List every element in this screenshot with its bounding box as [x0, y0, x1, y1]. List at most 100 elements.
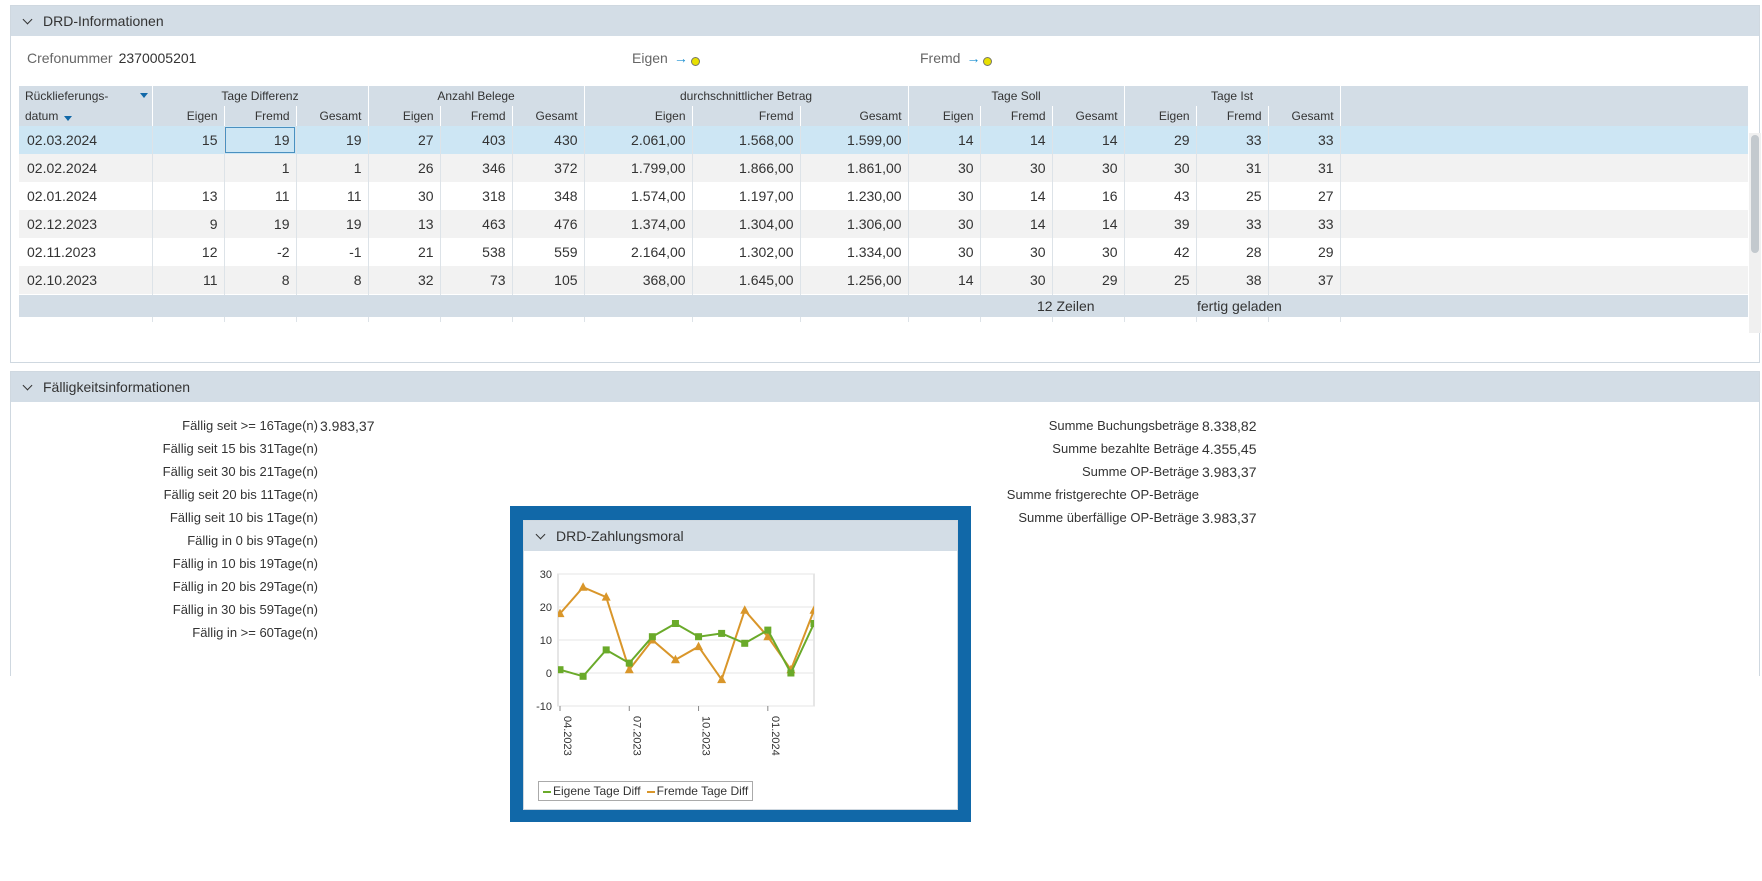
table-cell[interactable]: 27 [367, 126, 441, 154]
table-cell[interactable]: 14 [1051, 126, 1125, 154]
table-cell[interactable]: 15 [151, 126, 224, 154]
table-cell[interactable]: 21 [367, 238, 441, 266]
table-cell[interactable]: 29 [1123, 126, 1197, 154]
table-cell[interactable]: 42 [1123, 238, 1197, 266]
table-cell[interactable]: 318 [439, 182, 513, 210]
date-cell[interactable]: 02.11.2023 [19, 238, 152, 266]
table-cell[interactable]: 2.164,00 [583, 238, 693, 266]
subheader-tage-differenz-gesamt[interactable]: Gesamt [295, 106, 369, 126]
table-row[interactable]: 02.10.2023 11 8 8 32 73 105 368,00 1.645,00 1.256… [19, 266, 1748, 294]
table-cell[interactable]: 13 [151, 182, 224, 210]
subheader-durchschnittlicher-betrag-fremd[interactable]: Fremd [691, 106, 801, 126]
table-cell[interactable]: 1.374,00 [583, 210, 693, 238]
table-cell[interactable]: -1 [295, 238, 369, 266]
table-cell[interactable]: 19 [295, 210, 369, 238]
table-cell[interactable]: 538 [439, 238, 513, 266]
table-cell[interactable]: 1.861,00 [799, 154, 909, 182]
table-row[interactable]: 02.01.2024 13 11 11 30 318 348 1.574,00 1.197,00… [19, 182, 1748, 210]
date-cell[interactable]: 02.10.2023 [19, 266, 152, 294]
table-cell[interactable]: 30 [907, 182, 981, 210]
zahlungsmoral-header[interactable]: DRD-Zahlungsmoral [524, 521, 957, 551]
table-row[interactable]: 02.02.2024 1 1 26 346 372 1.799,00 1.866,00 1.86… [19, 154, 1748, 182]
table-cell[interactable]: 39 [1123, 210, 1197, 238]
table-cell[interactable]: 346 [439, 154, 513, 182]
subheader-anzahl-belege-fremd[interactable]: Fremd [439, 106, 513, 126]
table-cell[interactable]: 14 [1051, 210, 1125, 238]
table-cell[interactable]: 16 [1051, 182, 1125, 210]
table-cell[interactable]: 31 [1267, 154, 1341, 182]
chevron-down-icon[interactable] [21, 380, 35, 394]
table-cell[interactable]: 8 [295, 266, 369, 294]
table-cell[interactable]: 430 [511, 126, 585, 154]
table-cell[interactable] [151, 154, 224, 182]
table-cell[interactable]: 1.334,00 [799, 238, 909, 266]
table-cell[interactable]: 28 [1195, 238, 1269, 266]
table-cell[interactable]: 368,00 [583, 266, 693, 294]
table-cell[interactable]: 1.304,00 [691, 210, 801, 238]
sort-descending-icon[interactable] [63, 116, 72, 121]
date-cell[interactable]: 02.03.2024 [19, 126, 152, 154]
table-cell[interactable]: 559 [511, 238, 585, 266]
table-cell[interactable]: 8 [223, 266, 296, 294]
subheader-tage-ist-gesamt[interactable]: Gesamt [1267, 106, 1341, 126]
subheader-anzahl-belege-gesamt[interactable]: Gesamt [511, 106, 585, 126]
table-cell[interactable]: 14 [907, 126, 981, 154]
table-cell[interactable]: 11 [223, 182, 296, 210]
chevron-down-icon[interactable] [21, 14, 35, 28]
date-cell[interactable]: 02.12.2023 [19, 210, 152, 238]
subheader-tage-soll-eigen[interactable]: Eigen [907, 106, 981, 126]
table-cell[interactable]: 2.061,00 [583, 126, 693, 154]
table-cell[interactable]: 1.645,00 [691, 266, 801, 294]
table-cell[interactable]: 1.256,00 [799, 266, 909, 294]
table-cell[interactable]: 43 [1123, 182, 1197, 210]
table-cell[interactable]: 11 [295, 182, 369, 210]
subheader-tage-differenz-eigen[interactable]: Eigen [151, 106, 224, 126]
table-cell[interactable]: 25 [1195, 182, 1269, 210]
table-cell[interactable]: 19 [223, 126, 296, 154]
table-cell[interactable]: 31 [1195, 154, 1269, 182]
scrollbar-thumb[interactable] [1751, 135, 1759, 253]
table-cell[interactable]: 38 [1195, 266, 1269, 294]
table-row[interactable]: 02.11.2023 12 -2 -1 21 538 559 2.164,00 1.302,00… [19, 238, 1748, 266]
table-cell[interactable]: 1 [223, 154, 296, 182]
table-cell[interactable]: 463 [439, 210, 513, 238]
subheader-tage-ist-fremd[interactable]: Fremd [1195, 106, 1269, 126]
table-cell[interactable]: 13 [367, 210, 441, 238]
table-cell[interactable]: 1.599,00 [799, 126, 909, 154]
table-cell[interactable]: 9 [151, 210, 224, 238]
table-cell[interactable]: 30 [979, 238, 1053, 266]
table-cell[interactable]: 19 [295, 126, 369, 154]
table-cell[interactable]: 30 [907, 154, 981, 182]
table-cell[interactable]: 1.568,00 [691, 126, 801, 154]
table-cell[interactable]: -2 [223, 238, 296, 266]
table-cell[interactable]: 30 [907, 210, 981, 238]
subheader-durchschnittlicher-betrag-eigen[interactable]: Eigen [583, 106, 693, 126]
table-cell[interactable]: 372 [511, 154, 585, 182]
table-cell[interactable]: 1.302,00 [691, 238, 801, 266]
table-cell[interactable]: 27 [1267, 182, 1341, 210]
table-row[interactable]: 02.12.2023 9 19 19 13 463 476 1.374,00 1.304,00 1… [19, 210, 1748, 238]
subheader-tage-soll-gesamt[interactable]: Gesamt [1051, 106, 1125, 126]
table-cell[interactable]: 30 [1123, 154, 1197, 182]
filter-dropdown-icon[interactable] [139, 93, 148, 98]
date-column-header-sort[interactable]: datum [19, 106, 152, 126]
table-cell[interactable]: 29 [1267, 238, 1341, 266]
table-cell[interactable]: 105 [511, 266, 585, 294]
table-cell[interactable]: 11 [151, 266, 224, 294]
table-cell[interactable]: 30 [907, 238, 981, 266]
table-cell[interactable]: 32 [367, 266, 441, 294]
table-cell[interactable]: 476 [511, 210, 585, 238]
table-cell[interactable]: 37 [1267, 266, 1341, 294]
chevron-down-icon[interactable] [534, 529, 548, 543]
table-cell[interactable]: 403 [439, 126, 513, 154]
table-cell[interactable]: 12 [151, 238, 224, 266]
table-cell[interactable]: 33 [1195, 126, 1269, 154]
table-cell[interactable]: 14 [979, 182, 1053, 210]
faelligkeit-panel-header[interactable]: Fälligkeitsinformationen [11, 372, 1759, 402]
table-cell[interactable]: 14 [907, 266, 981, 294]
table-cell[interactable]: 33 [1195, 210, 1269, 238]
table-cell[interactable]: 1.306,00 [799, 210, 909, 238]
subheader-tage-differenz-fremd[interactable]: Fremd [223, 106, 296, 126]
arrow-right-icon[interactable]: → [966, 50, 980, 66]
subheader-tage-ist-eigen[interactable]: Eigen [1123, 106, 1197, 126]
